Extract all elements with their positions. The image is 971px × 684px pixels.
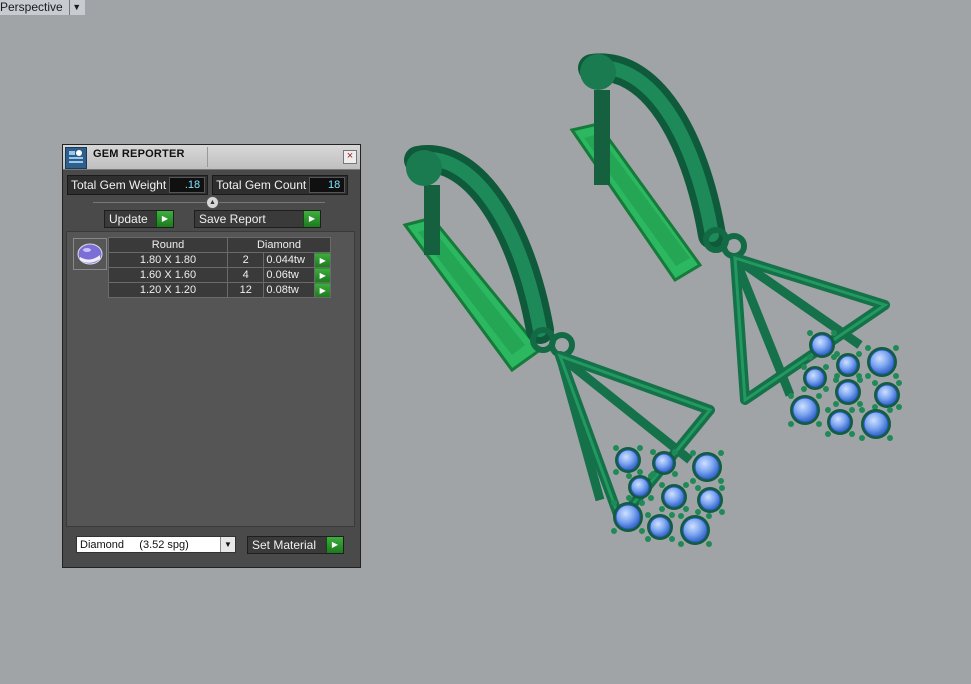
total-gem-count: Total Gem Count 18 <box>212 175 349 195</box>
panel-titlebar[interactable]: GEM REPORTER × <box>63 145 360 170</box>
gem-cluster-left <box>611 445 725 547</box>
material-select-value: Diamond (3.52 spg) <box>80 538 189 551</box>
set-material-button-label: Set Material <box>252 538 317 552</box>
gem-size: 1.80 X 1.80 <box>108 252 228 268</box>
gem-weight: 0.06tw <box>263 267 316 283</box>
col-header-material: Diamond <box>227 237 331 253</box>
gem-count: 12 <box>226 282 265 298</box>
total-gem-weight: Total Gem Weight .18 <box>67 175 209 195</box>
play-arrow-icon: ▶ <box>156 211 173 227</box>
save-report-button-label: Save Report <box>199 212 266 226</box>
gem-weight: 0.08tw <box>263 282 316 298</box>
table-row[interactable]: 1.80 X 1.80 2 0.044tw ▶ <box>108 252 331 268</box>
total-gem-weight-label: Total Gem Weight <box>71 178 167 192</box>
material-select[interactable]: Diamond (3.52 spg) ▼ <box>76 536 236 553</box>
update-button[interactable]: Update ▶ <box>104 210 174 228</box>
gem-table-header: Round Diamond <box>108 237 331 253</box>
row-arrow-icon[interactable]: ▶ <box>314 267 331 283</box>
gem-table: Round Diamond 1.80 X 1.80 2 0.044tw ▶ 1.… <box>108 237 331 298</box>
gem-size: 1.20 X 1.20 <box>108 282 228 298</box>
table-row[interactable]: 1.20 X 1.20 12 0.08tw ▶ <box>108 282 331 298</box>
total-gem-count-label: Total Gem Count <box>216 178 307 192</box>
play-arrow-icon: ▶ <box>303 211 320 227</box>
total-gem-weight-value: .18 <box>169 177 206 193</box>
gem-list-area: Round Diamond 1.80 X 1.80 2 0.044tw ▶ 1.… <box>66 231 355 527</box>
panel-title: GEM REPORTER <box>93 148 185 160</box>
chevron-down-icon[interactable]: ▼ <box>220 537 235 552</box>
play-arrow-icon: ▶ <box>326 537 343 553</box>
earring-right <box>569 53 890 405</box>
round-gem-icon[interactable] <box>73 238 107 270</box>
gem-reporter-icon <box>65 147 87 169</box>
row-arrow-icon[interactable]: ▶ <box>314 282 331 298</box>
collapse-arrow-icon[interactable]: ▲ <box>206 196 219 209</box>
update-button-label: Update <box>109 212 148 226</box>
gem-cluster-right <box>788 330 902 441</box>
set-material-button[interactable]: Set Material ▶ <box>247 536 344 554</box>
table-row[interactable]: 1.60 X 1.60 4 0.06tw ▶ <box>108 267 331 283</box>
gem-count: 4 <box>226 267 265 283</box>
titlebar-separator <box>207 147 208 167</box>
col-header-shape: Round <box>108 237 228 253</box>
totals-row: Total Gem Weight .18 Total Gem Count 18 <box>67 175 349 195</box>
gem-size: 1.60 X 1.60 <box>108 267 228 283</box>
gem-weight: 0.044tw <box>263 252 316 268</box>
close-icon[interactable]: × <box>343 150 357 164</box>
save-report-button[interactable]: Save Report ▶ <box>194 210 321 228</box>
gem-count: 2 <box>226 252 265 268</box>
total-gem-count-value: 18 <box>309 177 346 193</box>
row-arrow-icon[interactable]: ▶ <box>314 252 331 268</box>
gem-reporter-panel: GEM REPORTER × Total Gem Weight .18 Tota… <box>62 144 361 568</box>
